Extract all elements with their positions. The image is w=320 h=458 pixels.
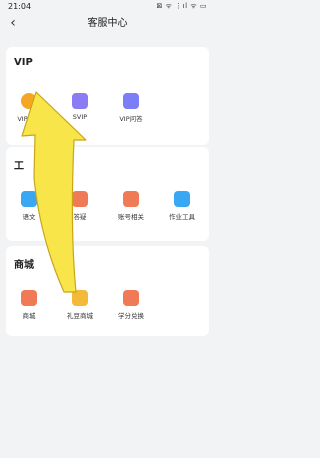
vip-crown-icon	[21, 93, 37, 109]
section-title-tools: 工	[14, 161, 24, 172]
tools-card: 工 语文 答疑 账号相关 作业工具	[6, 147, 209, 241]
gift-bean-mall-icon	[72, 290, 88, 306]
item-label: 作业工具	[169, 213, 195, 221]
credit-exchange-icon	[123, 290, 139, 306]
svip-crown-icon	[72, 93, 88, 109]
chinese-item[interactable]: 语文	[6, 191, 52, 221]
qa-icon	[72, 191, 88, 207]
item-label: SVIP	[72, 113, 88, 121]
account-icon	[123, 191, 139, 207]
account-item[interactable]: 账号相关	[108, 191, 154, 221]
chinese-icon	[21, 191, 37, 207]
mall-item[interactable]: 商城	[6, 290, 52, 320]
item-label: 学分兑换	[118, 312, 144, 320]
homework-tool-icon	[174, 191, 190, 207]
vip-card: VIP VIP会员 SVIP VIP问答	[6, 47, 209, 145]
vip-member-item[interactable]: VIP会员	[6, 93, 52, 123]
mall-icon	[21, 290, 37, 306]
vip-qa-item[interactable]: VIP问答	[108, 93, 154, 123]
item-label: VIP问答	[119, 115, 143, 123]
item-label: VIP会员	[17, 115, 41, 123]
item-label: 答疑	[73, 213, 87, 221]
item-label: 礼豆商城	[67, 312, 93, 320]
credit-exchange-item[interactable]: 学分兑换	[108, 290, 154, 320]
status-time: 21:04	[8, 2, 32, 11]
gift-bean-mall-item[interactable]: 礼豆商城	[57, 290, 103, 320]
qa-item[interactable]: 答疑	[57, 191, 103, 221]
item-label: 账号相关	[118, 213, 144, 221]
section-title-vip: VIP	[14, 57, 33, 68]
mall-card: 商城 商城 礼豆商城 学分兑换	[6, 246, 209, 336]
navbar: ‹ 客服中心	[0, 13, 215, 35]
svip-item[interactable]: SVIP	[57, 93, 103, 121]
item-label: 商城	[22, 312, 36, 320]
page-title: 客服中心	[87, 18, 128, 29]
item-label: 语文	[22, 213, 36, 221]
section-title-mall: 商城	[14, 260, 34, 271]
status-indicators: ⊠ ᯤ ⋮ıl ᯤ ▭	[156, 2, 207, 10]
homework-tool-item[interactable]: 作业工具	[159, 191, 205, 221]
vip-message-icon	[123, 93, 139, 109]
status-bar: 21:04 ⊠ ᯤ ⋮ıl ᯤ ▭	[0, 0, 215, 13]
